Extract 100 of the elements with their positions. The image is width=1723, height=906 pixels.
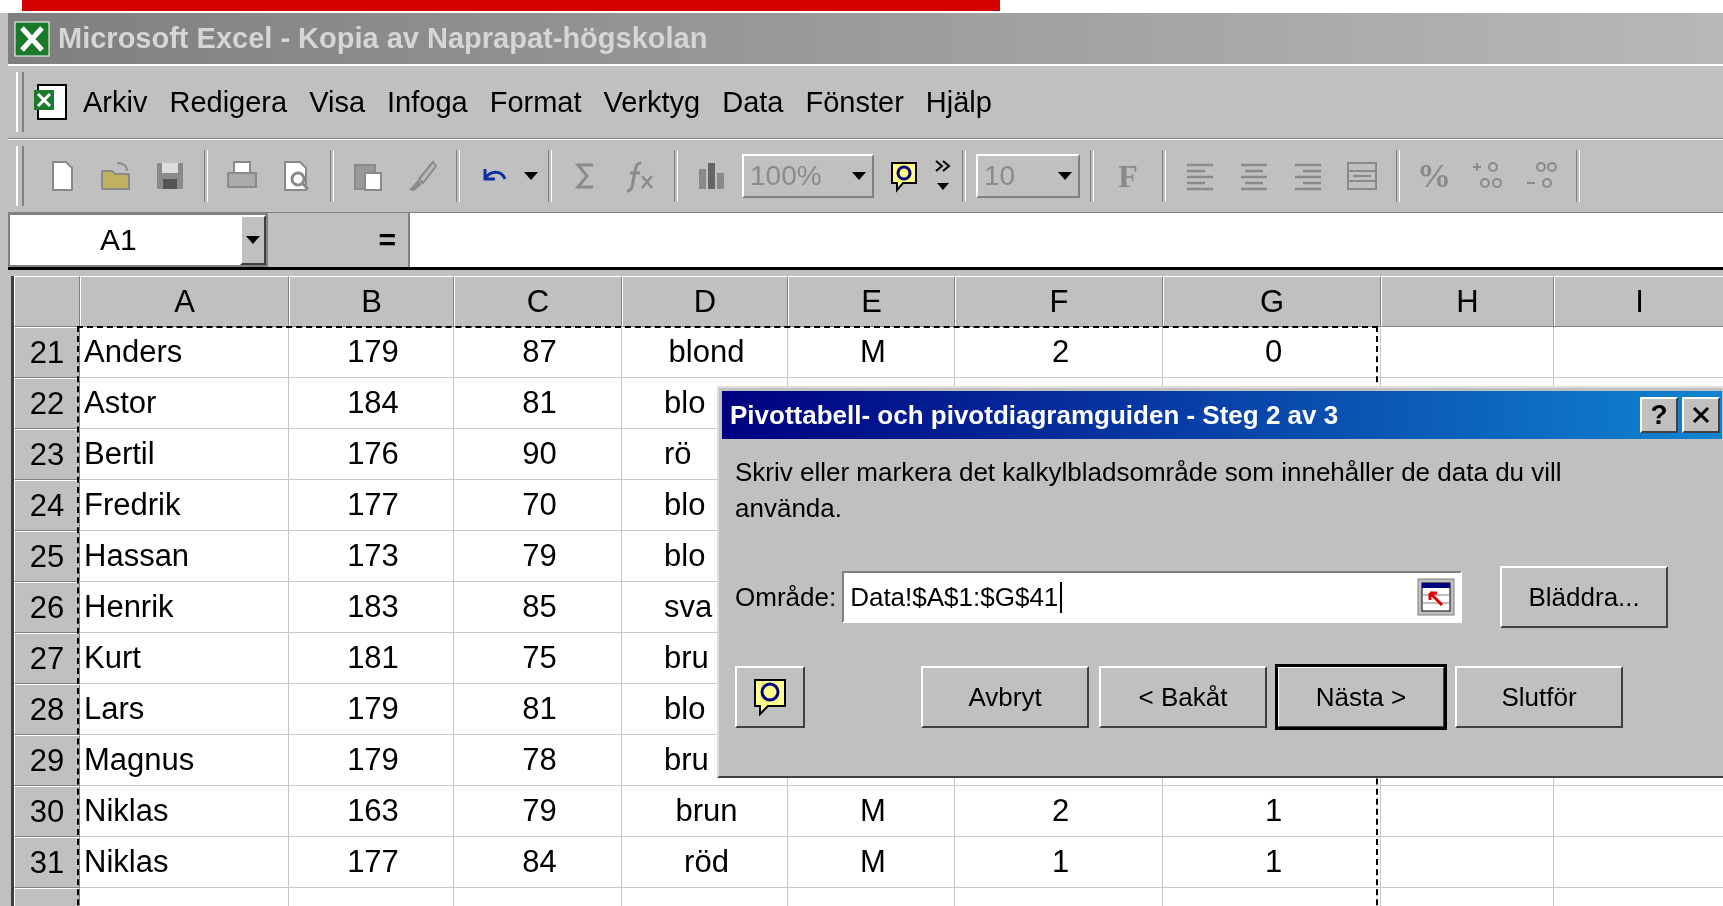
close-icon [1691,405,1711,425]
column-header[interactable]: F [955,276,1163,327]
table-cell: M [788,837,955,888]
row-header[interactable]: 21 [14,327,80,378]
column-header[interactable]: I [1554,276,1723,327]
table-cell: 90 [454,429,622,480]
browse-button[interactable]: Bläddra... [1500,566,1669,628]
table-cell: Niklas [80,786,289,837]
row-header[interactable]: 22 [14,378,80,429]
table-cell: Anders [80,327,289,378]
merge-center-icon[interactable] [1345,159,1379,193]
table-cell: 179 [289,684,454,735]
table-cell: 176 [289,429,454,480]
toolbar-grip[interactable] [16,146,24,206]
table-cell: Hassan [80,531,289,582]
table-cell: röd [622,837,788,888]
menu-item[interactable]: Visa [298,85,377,119]
caret-icon [1058,172,1072,180]
table-cell: Fredrik [80,480,289,531]
table-cell: 87 [454,327,622,378]
table-cell: 81 [454,684,622,735]
table-cell: Bertil [80,429,289,480]
column-header[interactable]: E [788,276,955,327]
table-cell: M [788,786,955,837]
folder-icon[interactable] [99,159,133,193]
column-header[interactable]: D [622,276,788,327]
table-cell: 179 [289,735,454,786]
menu-bar-grip[interactable] [16,72,24,132]
menu-item[interactable]: Arkiv [72,85,159,119]
table-cell: M [788,327,955,378]
help-button[interactable]: ? [1640,397,1678,433]
column-header[interactable]: H [1381,276,1554,327]
menu-item[interactable]: Data [711,85,795,119]
menu-item[interactable]: Fönster [794,85,915,119]
dialog-button[interactable]: Slutför [1455,666,1623,728]
select-all-corner[interactable] [14,276,80,327]
name-box[interactable]: A1 [8,213,268,267]
row-header[interactable]: 25 [14,531,80,582]
row-header[interactable]: 24 [14,480,80,531]
row-header[interactable]: 31 [14,837,80,888]
row-header[interactable]: 27 [14,633,80,684]
table-cell: Magnus [80,735,289,786]
table-cell: 1 [955,837,1163,888]
row-header[interactable]: 23 [14,429,80,480]
formula-field[interactable] [408,213,1723,267]
dialog-button[interactable]: Avbryt [921,666,1089,728]
table-cell: 79 [454,531,622,582]
caret-icon [246,236,260,244]
column-header[interactable]: B [289,276,454,327]
table-cell: 81 [454,378,622,429]
table-cell: 173 [289,531,454,582]
table-cell: Henrik [80,582,289,633]
table-cell: brun [622,786,788,837]
table-cell: blond [622,327,788,378]
table-cell: Lars [80,684,289,735]
menu-item[interactable]: Format [478,85,593,119]
menu-item[interactable]: Verktyg [592,85,712,119]
menu-item[interactable]: Infoga [376,85,479,119]
table-cell: 2 [955,786,1163,837]
row-header[interactable]: 26 [14,582,80,633]
row-header[interactable]: 30 [14,786,80,837]
dialog-button[interactable]: Nästa > [1277,666,1445,728]
row-header[interactable]: 29 [14,735,80,786]
table-cell: 183 [289,582,454,633]
table-cell: 75 [454,633,622,684]
close-button[interactable] [1682,397,1720,433]
table-cell: 177 [289,837,454,888]
table-cell: Kurt [80,633,289,684]
table-cell: 79 [454,786,622,837]
range-field[interactable]: Data!$A$1:$G$41 [842,571,1463,623]
table-cell: 78 [454,735,622,786]
table-cell: 1 [1163,837,1381,888]
column-header[interactable]: G [1163,276,1381,327]
table-cell: 163 [289,786,454,837]
window-title: Microsoft Excel - Kopia av Naprapat-högskolan [58,22,708,55]
table-cell: 70 [454,480,622,531]
table-cell: 85 [454,582,622,633]
table-cell: 2 [955,327,1163,378]
table-cell: 184 [289,378,454,429]
equals-sign: = [377,222,397,258]
caret-icon [852,172,866,180]
speech-bubble-icon [752,677,788,717]
row-header[interactable]: 28 [14,684,80,735]
table-cell: 84 [454,837,622,888]
dialog-button[interactable]: < Bakåt [1099,666,1267,728]
table-cell: 177 [289,480,454,531]
menu-item[interactable]: Hjälp [914,85,1003,119]
column-header[interactable]: C [454,276,622,327]
table-cell: Astor [80,378,289,429]
table-cell: Niklas [80,837,289,888]
table-cell: 0 [1163,327,1381,378]
assistant-button[interactable] [735,666,805,728]
excel-logo-icon [14,20,50,57]
table-cell: 181 [289,633,454,684]
column-header[interactable]: A [80,276,289,327]
table-cell: 1 [1163,786,1381,837]
menu-item[interactable]: Redigera [158,85,299,119]
caret-icon [524,172,538,180]
collapse-dialog-icon[interactable] [1416,577,1457,617]
table-cell: 179 [289,327,454,378]
